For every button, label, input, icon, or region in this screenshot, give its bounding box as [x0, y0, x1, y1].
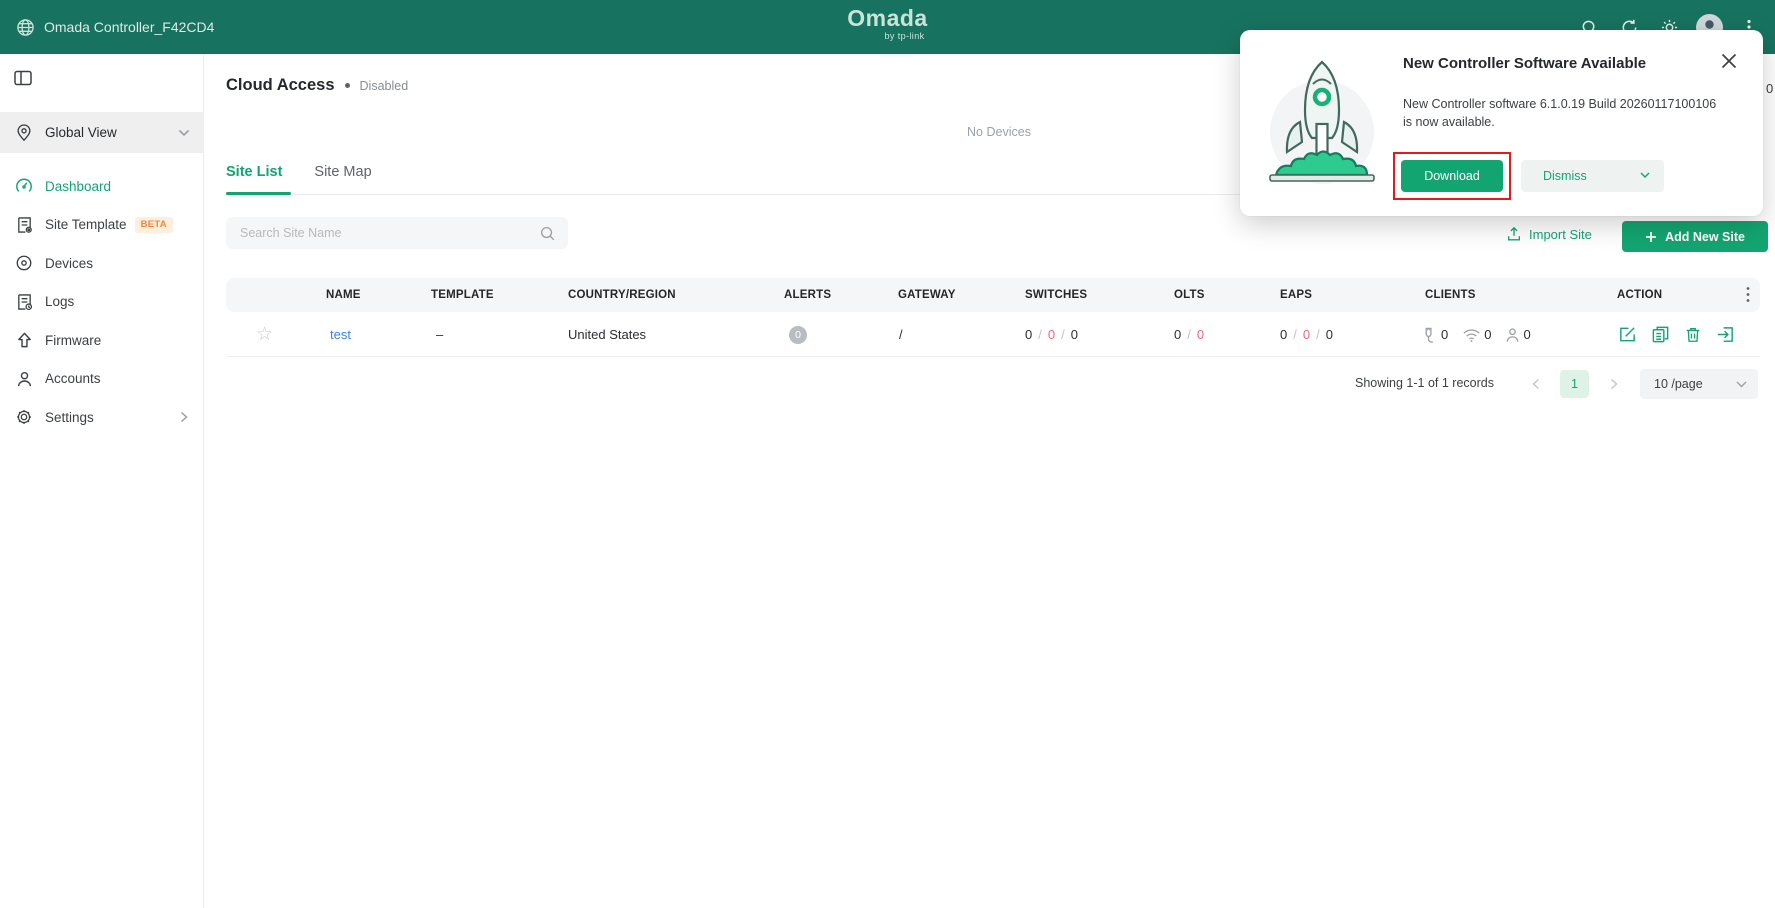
global-view-selector[interactable]: Global View — [0, 112, 204, 153]
upload-icon — [1506, 226, 1522, 242]
col-alerts: ALERTS — [784, 278, 831, 312]
add-new-site-button[interactable]: Add New Site — [1622, 221, 1768, 252]
wired-clients-count: 0 — [1441, 327, 1448, 342]
sidebar-item-label: Firmware — [45, 333, 101, 348]
table-header: NAME TEMPLATE COUNTRY/REGION ALERTS GATE… — [226, 278, 1760, 312]
sidebar-item-site-template[interactable]: Site Template BETA — [0, 206, 204, 245]
sidebar-item-accounts[interactable]: Accounts — [0, 360, 204, 399]
user-clients-count: 0 — [1523, 327, 1530, 342]
chevron-down-icon — [178, 129, 190, 137]
accounts-person-icon — [15, 370, 33, 388]
tab-site-map[interactable]: Site Map — [314, 164, 371, 192]
alerts-count-badge: 0 — [789, 326, 807, 344]
sidebar-item-label: Settings — [45, 410, 94, 425]
software-update-popup: New Controller Software Available New Co… — [1240, 30, 1763, 216]
row-template: – — [436, 312, 443, 357]
download-button[interactable]: Download — [1401, 160, 1503, 192]
popup-title: New Controller Software Available — [1403, 55, 1646, 72]
dashboard-icon — [15, 177, 33, 195]
sidebar-item-label: Site Template — [45, 217, 127, 232]
logo-title: Omada — [0, 7, 1775, 30]
site-template-icon — [15, 216, 33, 234]
map-pin-icon — [15, 124, 33, 142]
popup-body-text: New Controller software 6.1.0.19 Build 2… — [1403, 95, 1723, 131]
row-country: United States — [568, 312, 646, 357]
tab-site-list[interactable]: Site List — [226, 164, 282, 192]
site-name-link[interactable]: test — [330, 312, 351, 357]
wireless-clients-count: 0 — [1484, 327, 1491, 342]
col-clients: CLIENTS — [1425, 278, 1476, 312]
sidebar-item-label: Accounts — [45, 371, 101, 386]
devices-icon — [15, 254, 33, 272]
records-summary: Showing 1-1 of 1 records — [1355, 376, 1494, 390]
cloud-access-status: Disabled — [360, 79, 409, 93]
col-olts: OLTS — [1174, 278, 1205, 312]
chevron-right-icon — [180, 411, 188, 423]
prev-page-icon[interactable] — [1524, 372, 1548, 396]
copy-icon[interactable] — [1651, 325, 1670, 344]
sidebar: Global View Dashboard Site Template — [0, 54, 204, 908]
row-switches: 0/0/0 — [1025, 312, 1078, 357]
import-site-button[interactable]: Import Site — [1506, 226, 1592, 242]
page-size-value: 10 /page — [1654, 377, 1703, 391]
table-row: ☆ test – United States 0 / 0/0/0 0/0 0/0… — [226, 312, 1760, 357]
search-input[interactable] — [226, 226, 539, 240]
row-clients: 0 0 0 — [1421, 312, 1531, 357]
delete-trash-icon[interactable] — [1684, 325, 1702, 344]
site-table: NAME TEMPLATE COUNTRY/REGION ALERTS GATE… — [226, 278, 1760, 357]
col-country: COUNTRY/REGION — [568, 278, 676, 312]
site-search — [226, 217, 568, 249]
sidebar-collapse-icon[interactable] — [12, 67, 34, 89]
user-icon — [1505, 327, 1520, 343]
row-gateway: / — [899, 312, 903, 357]
row-actions — [1618, 312, 1735, 357]
search-icon[interactable] — [539, 225, 556, 242]
wifi-icon — [1462, 327, 1481, 343]
firmware-upload-icon — [15, 331, 33, 349]
wired-client-icon — [1421, 326, 1438, 344]
clipped-text: 0 — [1766, 81, 1773, 96]
chevron-down-icon — [1640, 172, 1650, 179]
col-template: TEMPLATE — [431, 278, 494, 312]
global-view-label: Global View — [45, 125, 117, 140]
page-title: Cloud Access — [226, 76, 335, 95]
sidebar-item-dashboard[interactable]: Dashboard — [0, 167, 204, 206]
col-gateway: GATEWAY — [898, 278, 956, 312]
beta-badge: BETA — [135, 217, 173, 233]
sidebar-item-settings[interactable]: Settings — [0, 398, 204, 437]
launch-site-icon[interactable] — [1716, 325, 1735, 344]
add-new-site-label: Add New Site — [1665, 230, 1745, 244]
favorite-star-icon[interactable]: ☆ — [256, 312, 273, 357]
import-site-label: Import Site — [1529, 227, 1592, 242]
sidebar-item-devices[interactable]: Devices — [0, 244, 204, 283]
sidebar-item-logs[interactable]: Logs — [0, 283, 204, 322]
status-dot — [345, 83, 350, 88]
active-tab-underline — [226, 192, 291, 195]
col-action: ACTION — [1617, 278, 1662, 312]
dismiss-label: Dismiss — [1543, 169, 1587, 183]
row-alerts: 0 — [789, 312, 807, 357]
col-switches: SWITCHES — [1025, 278, 1087, 312]
sidebar-item-label: Logs — [45, 294, 74, 309]
row-eaps: 0/0/0 — [1280, 312, 1333, 357]
chevron-down-icon — [1736, 381, 1747, 388]
row-olts: 0/0 — [1174, 312, 1204, 357]
column-settings-icon[interactable] — [1746, 286, 1750, 303]
sidebar-item-label: Dashboard — [45, 179, 111, 194]
col-eaps: EAPS — [1280, 278, 1312, 312]
page-number[interactable]: 1 — [1560, 370, 1589, 398]
settings-gear-icon — [15, 408, 33, 426]
close-icon[interactable] — [1718, 50, 1740, 72]
plus-icon — [1645, 231, 1657, 243]
no-devices-text: No Devices — [904, 125, 1094, 139]
col-name: NAME — [326, 278, 361, 312]
sidebar-item-firmware[interactable]: Firmware — [0, 321, 204, 360]
next-page-icon[interactable] — [1602, 372, 1626, 396]
dismiss-button[interactable]: Dismiss — [1521, 160, 1664, 192]
edit-icon[interactable] — [1618, 325, 1637, 344]
page-size-select[interactable]: 10 /page — [1640, 369, 1758, 399]
sidebar-item-label: Devices — [45, 256, 93, 271]
rocket-illustration — [1260, 52, 1385, 194]
logs-icon — [15, 293, 33, 311]
